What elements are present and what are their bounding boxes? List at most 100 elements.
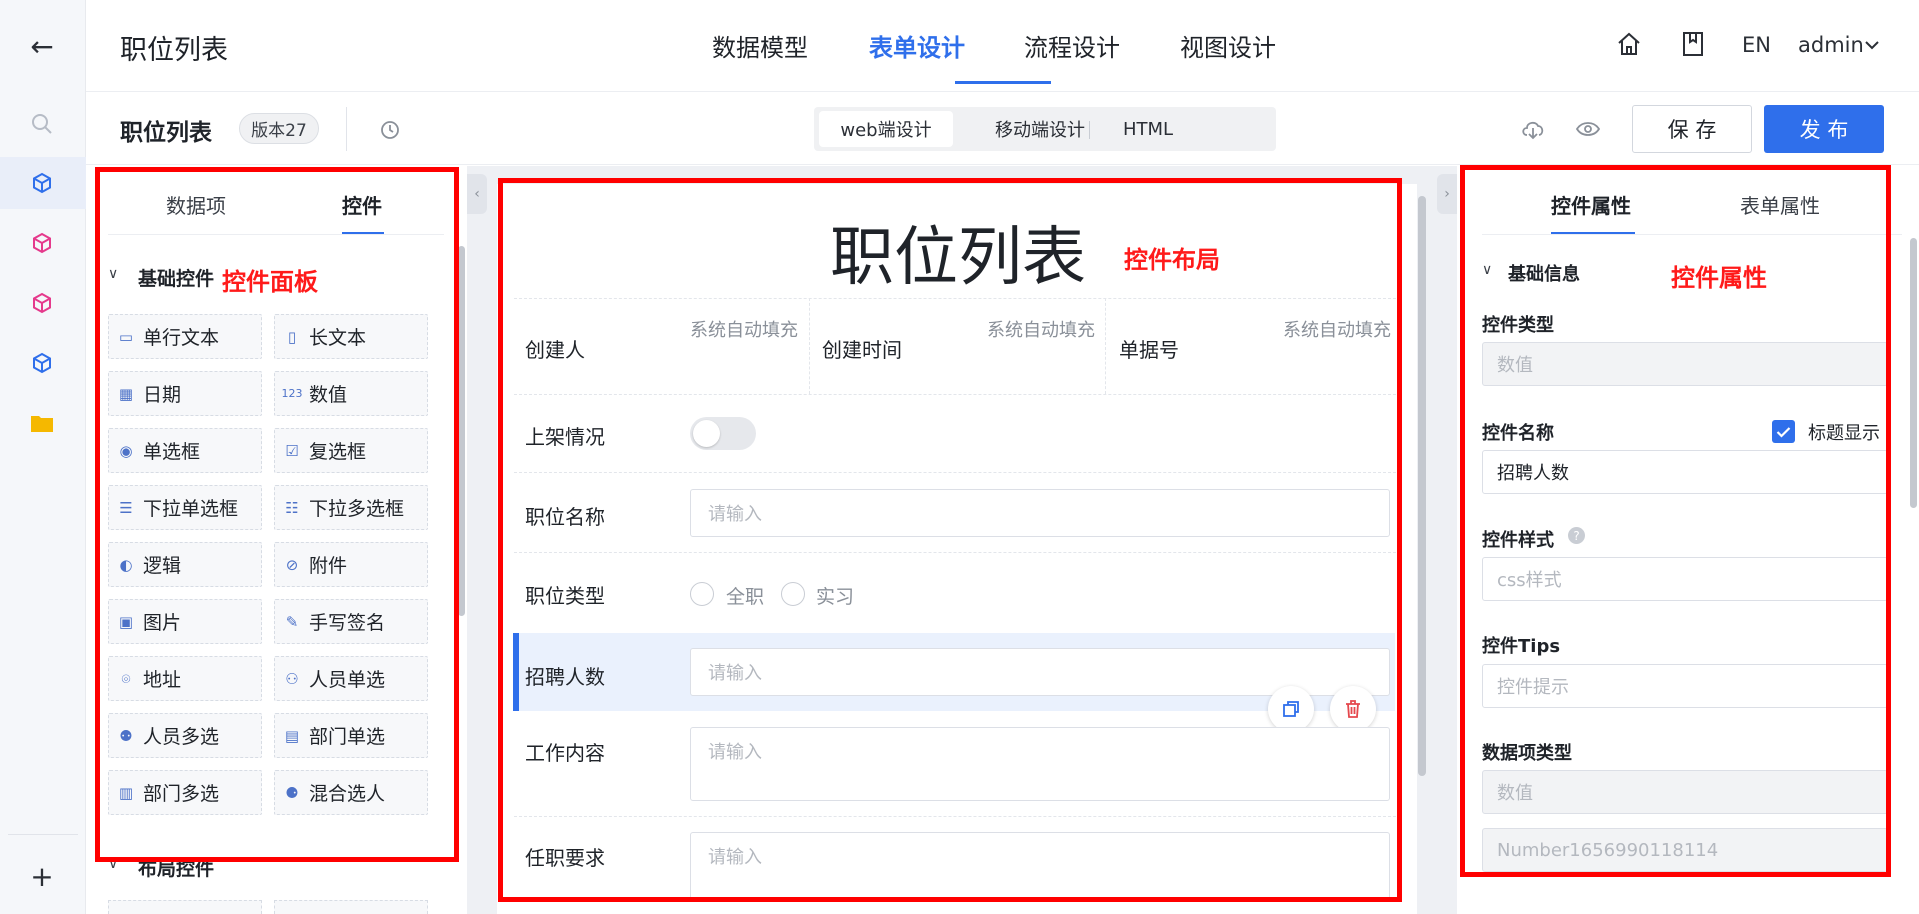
tab-data-model[interactable]: 数据模型 — [712, 28, 808, 63]
delete-field-icon[interactable] — [1330, 686, 1376, 732]
book-icon[interactable] — [1682, 31, 1704, 61]
plus-icon[interactable]: + — [22, 856, 62, 896]
checklist-icon: ☷ — [285, 498, 299, 517]
list-icon: ☰ — [119, 498, 133, 517]
control-tips-input[interactable]: 控件提示 — [1482, 664, 1888, 708]
radio-intern-label: 实习 — [816, 586, 855, 608]
text-field-icon: ▭ — [118, 327, 134, 346]
home-icon[interactable] — [1616, 31, 1642, 61]
save-button[interactable]: 保 存 — [1632, 105, 1752, 153]
tab-controls[interactable]: 控件 — [342, 190, 382, 219]
show-title-checkbox[interactable] — [1772, 420, 1795, 443]
control-checkbox[interactable]: ☑ 复选框 — [274, 428, 428, 473]
preview-eye-icon[interactable] — [1575, 119, 1601, 143]
cube-blue-icon[interactable] — [22, 163, 62, 203]
control-date[interactable]: ▦ 日期 — [108, 371, 262, 416]
right-panel-scrollbar[interactable] — [1910, 238, 1917, 508]
position-name-input[interactable]: 请输入 — [690, 489, 1390, 537]
cube-blue-icon-2[interactable] — [22, 343, 62, 383]
show-title-label: 标题显示 — [1808, 423, 1880, 444]
annotation-control-panel: 控件面板 — [222, 268, 318, 296]
collapse-chevron-icon-2[interactable]: ∨ — [108, 856, 118, 872]
label-job-content: 工作内容 — [525, 741, 605, 765]
control-single-text[interactable]: ▭ 单行文本 — [108, 314, 262, 359]
left-rail: ← + — [0, 0, 86, 914]
label-control-name: 控件名称 — [1482, 423, 1554, 444]
mode-divider — [1089, 121, 1090, 139]
control-long-text[interactable]: ▯ 长文本 — [274, 314, 428, 359]
mode-web[interactable]: web端设计 — [819, 111, 953, 147]
collapse-chevron-icon-3[interactable]: ∨ — [1482, 262, 1492, 278]
back-arrow-icon[interactable]: ← — [22, 26, 62, 66]
control-select-multi[interactable]: ☷ 下拉多选框 — [274, 485, 428, 530]
row-divider-5 — [514, 816, 1396, 817]
collapse-chevron-icon[interactable]: ∨ — [108, 266, 118, 282]
user-menu[interactable]: admin — [1798, 33, 1864, 57]
control-dept-multi[interactable]: ▥ 部门多选 — [108, 770, 262, 815]
form-name: 职位列表 — [120, 120, 212, 146]
control-address[interactable]: ⌾ 地址 — [108, 656, 262, 701]
history-icon[interactable] — [379, 119, 401, 145]
help-icon[interactable]: ? — [1568, 527, 1585, 544]
radio-intern[interactable] — [781, 582, 805, 606]
control-signature[interactable]: ✎ 手写签名 — [274, 599, 428, 644]
layout-control-partial-2[interactable] — [274, 900, 428, 914]
collapse-left-icon[interactable]: ‹ — [467, 174, 487, 214]
left-panel-scrollbar[interactable] — [458, 246, 465, 616]
shelf-toggle[interactable] — [690, 417, 756, 450]
textarea-icon: ▯ — [287, 327, 297, 346]
mode-html[interactable]: HTML — [1098, 111, 1198, 147]
control-number[interactable]: 123 数值 — [274, 371, 428, 416]
tab-form-props[interactable]: 表单属性 — [1740, 190, 1820, 219]
tab-control-props[interactable]: 控件属性 — [1551, 190, 1631, 219]
tab-data-items[interactable]: 数据项 — [166, 190, 226, 219]
tab-view-design[interactable]: 视图设计 — [1180, 28, 1276, 63]
version-badge: 版本27 — [239, 113, 319, 144]
job-content-textarea[interactable]: 请输入 — [690, 727, 1390, 801]
cloud-download-icon[interactable] — [1520, 118, 1546, 144]
control-user-multi[interactable]: ⚉ 人员多选 — [108, 713, 262, 758]
lang-switch[interactable]: EN — [1742, 33, 1771, 57]
users-icon: ⚉ — [119, 726, 133, 745]
checkbox-icon: ☑ — [285, 441, 299, 460]
label-shelf-status: 上架情况 — [525, 425, 605, 449]
data-type-field: 数值 — [1482, 770, 1888, 814]
cell-divider — [809, 298, 810, 394]
tab-divider — [108, 234, 444, 235]
folder-icon[interactable] — [22, 403, 62, 443]
toggle-knob — [693, 420, 720, 447]
control-radio[interactable]: ◉ 单选框 — [108, 428, 262, 473]
value-creator: 系统自动填充 — [690, 320, 798, 341]
number-icon: 123 — [281, 387, 303, 400]
row-divider — [514, 298, 1396, 299]
publish-button[interactable]: 发 布 — [1764, 105, 1884, 153]
cube-pink-icon-2[interactable] — [22, 283, 62, 323]
control-name-input[interactable]: 招聘人数 — [1482, 450, 1888, 494]
requirements-textarea[interactable]: 请输入 — [690, 832, 1390, 900]
control-mixed-select[interactable]: ⚈ 混合选人 — [274, 770, 428, 815]
control-style-input[interactable]: css样式 — [1482, 557, 1888, 601]
control-attachment[interactable]: ⊘ 附件 — [274, 542, 428, 587]
cube-pink-icon[interactable] — [22, 223, 62, 263]
layout-control-partial[interactable] — [108, 900, 262, 914]
pen-icon: ✎ — [285, 612, 299, 631]
copy-field-icon[interactable] — [1268, 686, 1314, 732]
radio-fulltime[interactable] — [690, 582, 714, 606]
section-layout-controls: 布局控件 — [138, 858, 215, 880]
department-multi-icon: ▥ — [118, 783, 134, 802]
tab-form-design[interactable]: 表单设计 — [869, 28, 965, 63]
canvas-scrollbar[interactable] — [1418, 196, 1426, 776]
tab-flow-design[interactable]: 流程设计 — [1024, 28, 1120, 63]
control-logic[interactable]: ◐ 逻辑 — [108, 542, 262, 587]
control-select-single[interactable]: ☰ 下拉单选框 — [108, 485, 262, 530]
value-doc-number: 系统自动填充 — [1283, 320, 1391, 341]
search-icon[interactable] — [22, 104, 62, 144]
control-dept-single[interactable]: ▤ 部门单选 — [274, 713, 428, 758]
control-user-single[interactable]: ⚇ 人员单选 — [274, 656, 428, 701]
collapse-right-icon[interactable]: › — [1437, 174, 1457, 214]
mode-mobile[interactable]: 移动端设计 — [962, 111, 1118, 147]
design-toolbar: 职位列表 版本27 web端设计 移动端设计 HTML 保 存 发 布 — [86, 93, 1919, 165]
cell-divider-2 — [1105, 298, 1106, 394]
chevron-down-icon[interactable] — [1864, 36, 1880, 55]
control-image[interactable]: ▣ 图片 — [108, 599, 262, 644]
